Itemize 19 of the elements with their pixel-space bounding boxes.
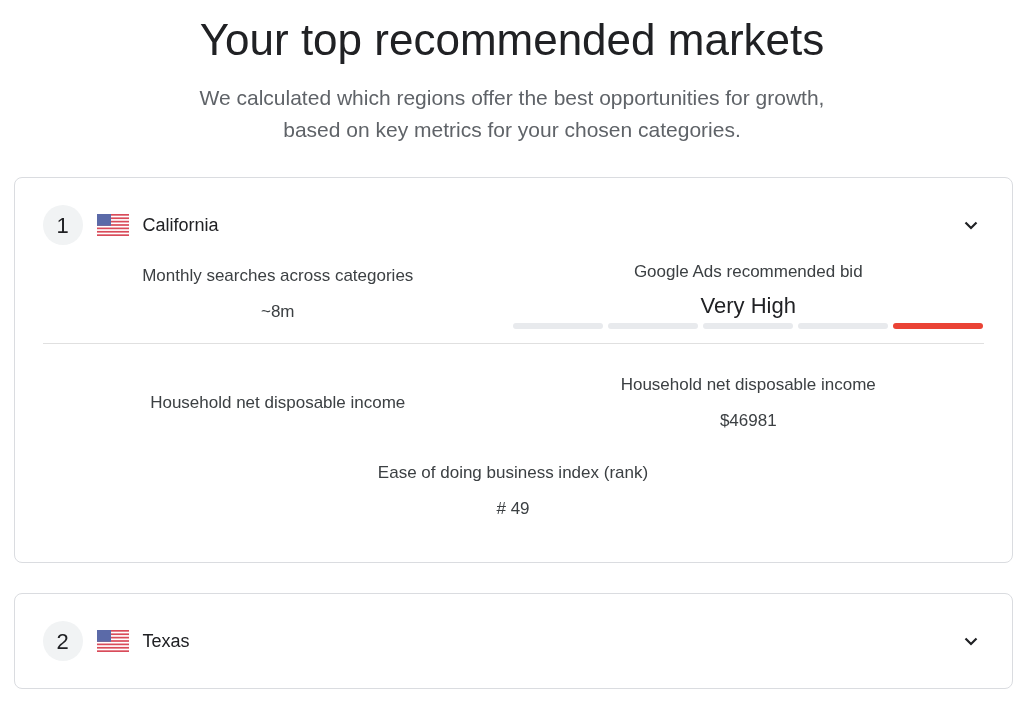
metric-value: Very High	[700, 293, 796, 319]
market-name: California	[142, 213, 219, 237]
metric-label: Household net disposable income	[150, 392, 406, 414]
page-subtitle: We calculated which regions offer the best opportunities for growth, based on key metrics for your chosen categories.	[198, 85, 826, 143]
rank-number: 1	[42, 205, 83, 245]
metric-value: ~8m	[260, 301, 295, 323]
flag-icon	[96, 630, 129, 652]
metric-label: Ease of doing business index (rank)	[377, 462, 649, 484]
metric-label: Monthly searches across categories	[142, 265, 414, 287]
market-name: Texas	[142, 629, 190, 653]
metric-label: Google Ads recommended bid	[633, 261, 863, 283]
chevron-down-icon[interactable]	[963, 636, 978, 646]
rank-number: 2	[42, 621, 83, 661]
flag-icon	[96, 214, 129, 236]
page-title: Your top recommended markets	[199, 14, 825, 66]
metric-value: # 49	[496, 498, 530, 520]
metric-label: Household net disposable income	[620, 374, 876, 396]
metric-value: $46981	[719, 410, 777, 432]
chevron-down-icon[interactable]	[963, 220, 978, 230]
